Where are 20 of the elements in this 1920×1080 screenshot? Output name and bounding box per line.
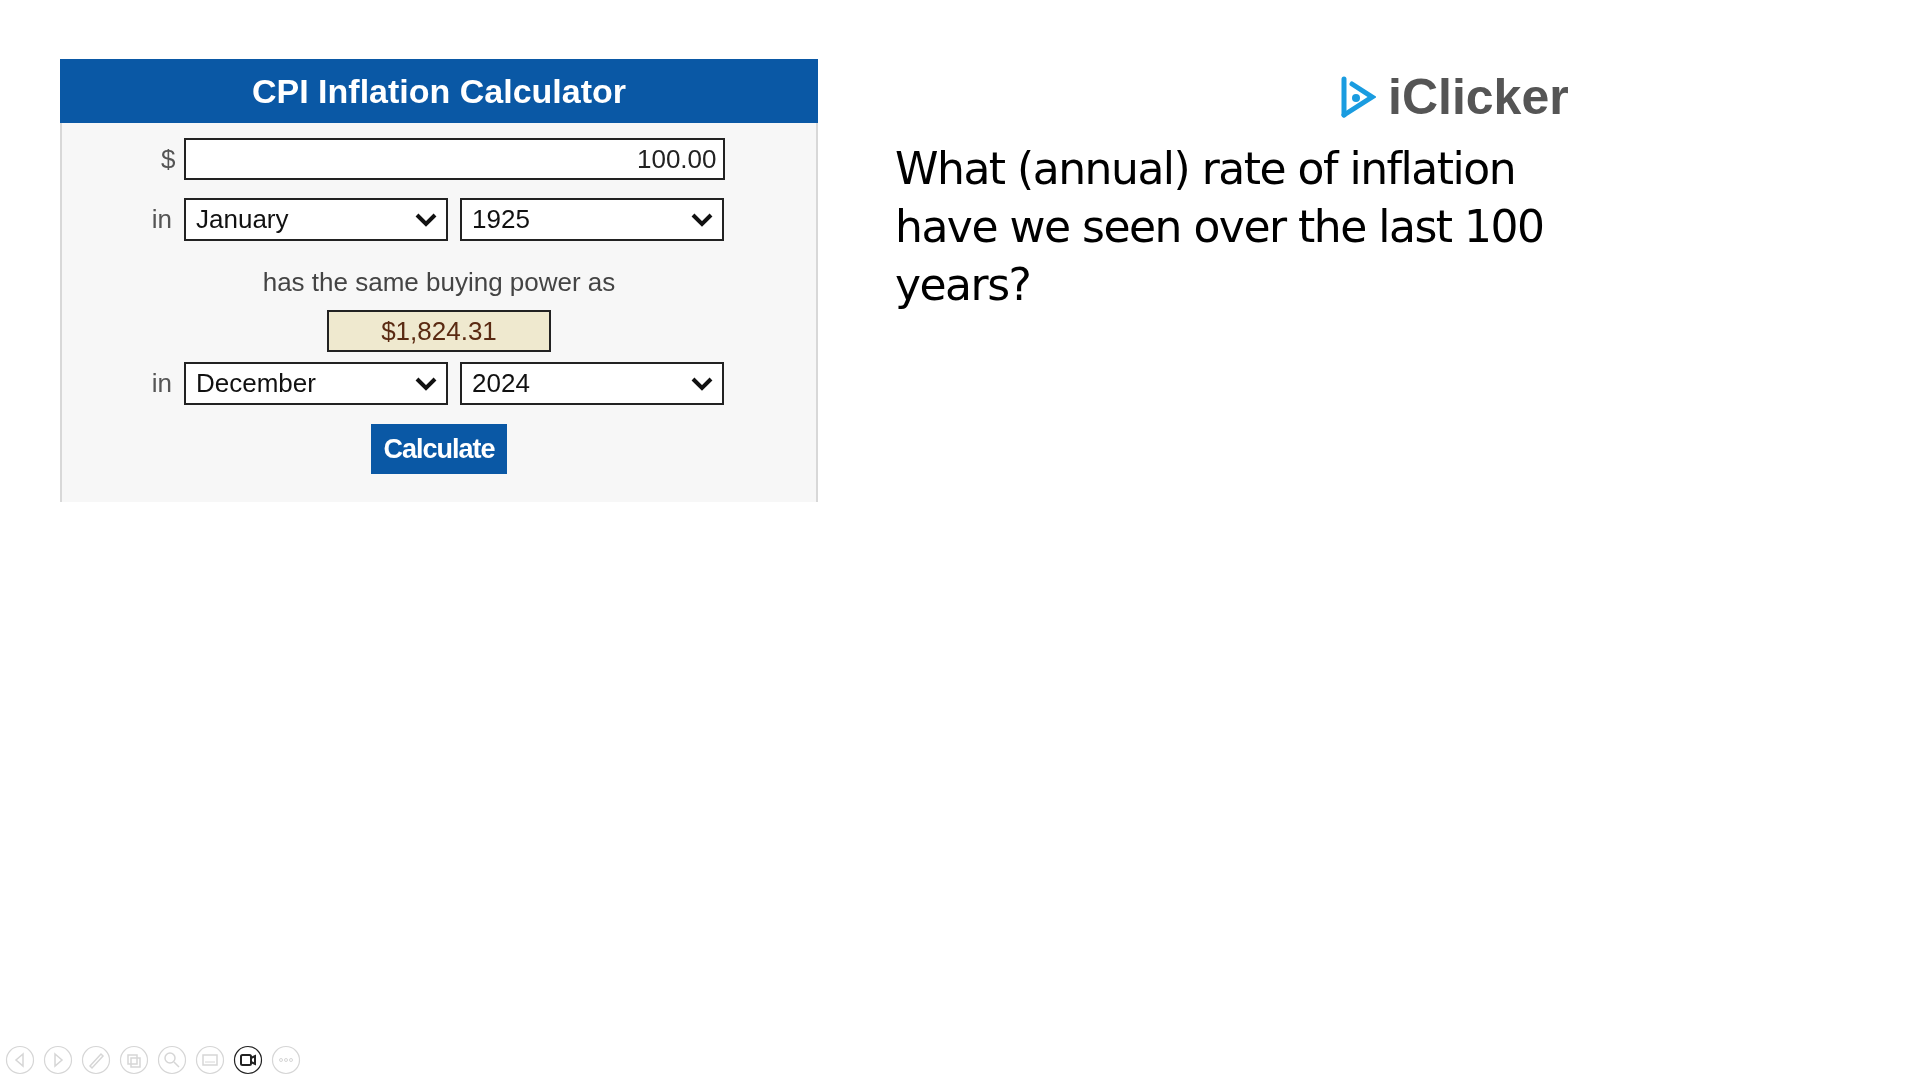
month-dropdown[interactable]: December <box>184 362 448 405</box>
result-box: $1,824.31 <box>327 310 551 352</box>
chevron-icon <box>690 211 714 228</box>
currency-label: $ <box>160 142 177 176</box>
month-dropdown[interactable]: January <box>184 198 448 241</box>
camera-icon[interactable] <box>233 1045 263 1075</box>
calculator-title: CPI Inflation Calculator <box>60 59 818 123</box>
calculate-button[interactable]: Calculate <box>371 424 507 474</box>
logo-text: iClicker <box>1388 72 1569 122</box>
in-label: in <box>150 203 172 236</box>
chevron-icon <box>414 375 438 392</box>
result-caption: has the same buying power as <box>262 266 616 299</box>
chevron-icon <box>414 211 438 228</box>
amount-field[interactable]: 100.00 <box>183 138 725 180</box>
chevron-icon <box>690 375 714 392</box>
year-dropdown[interactable]: 1925 <box>460 198 724 241</box>
in-label: in <box>150 367 172 400</box>
question-text: What (annual) rate of inflation have we seen over the last 100 years? <box>895 142 1545 312</box>
year-dropdown[interactable]: 2024 <box>460 362 724 405</box>
logo-icon <box>1340 75 1376 119</box>
